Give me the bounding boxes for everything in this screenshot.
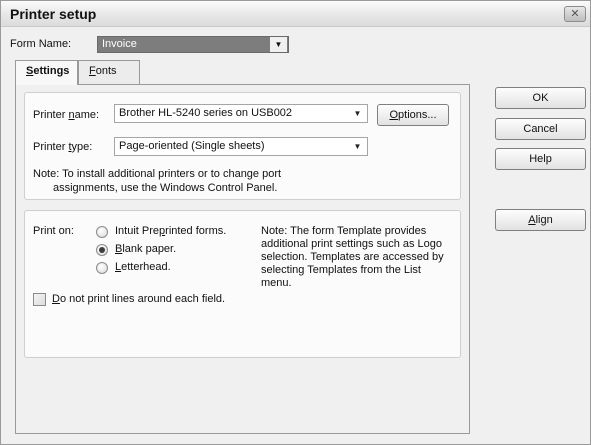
radio-blank-paper-label[interactable]: Blank paper.	[115, 243, 176, 255]
printer-note-line2: assignments, use the Windows Control Pan…	[53, 182, 278, 194]
form-name-value: Invoice	[102, 38, 137, 50]
template-note-line3: selection. Templates are accessed by	[261, 251, 444, 263]
tab-fonts-label: Fonts	[89, 65, 117, 77]
title-bar: Printer setup ✕	[1, 1, 590, 27]
radio-letterhead[interactable]	[96, 262, 108, 274]
form-name-dropdown[interactable]: Invoice ▼	[97, 36, 289, 53]
printer-name-dropdown[interactable]: Brother HL-5240 series on USB002 ▼	[114, 104, 368, 123]
align-button[interactable]: Align	[495, 209, 586, 231]
close-icon: ✕	[570, 7, 580, 20]
printer-group: Printer name: Brother HL-5240 series on …	[24, 92, 461, 200]
radio-preprinted-forms-label[interactable]: Intuit Preprinted forms.	[115, 225, 226, 237]
close-button[interactable]: ✕	[564, 6, 586, 22]
tab-settings[interactable]: Settings	[15, 60, 78, 85]
form-name-label: Form Name:	[10, 38, 72, 50]
chevron-down-icon: ▼	[353, 142, 362, 151]
window-title: Printer setup	[10, 6, 97, 22]
printer-note-line1: Note: To install additional printers or …	[33, 168, 282, 180]
printer-type-label: Printer type:	[33, 141, 93, 153]
tab-settings-label-mnemonic: Settings	[26, 65, 70, 77]
tab-fonts[interactable]: Fonts	[78, 60, 140, 84]
settings-tab-panel: Printer name: Brother HL-5240 series on …	[15, 84, 470, 434]
template-note-line1: Note: The form Template provides	[261, 225, 427, 237]
ok-button[interactable]: OK	[495, 87, 586, 109]
do-not-print-lines-label[interactable]: Do not print lines around each field.	[52, 293, 225, 305]
help-button[interactable]: Help	[495, 148, 586, 170]
radio-preprinted-forms[interactable]	[96, 226, 108, 238]
print-on-label: Print on:	[33, 225, 74, 237]
printer-type-dropdown[interactable]: Page-oriented (Single sheets) ▼	[114, 137, 368, 156]
printer-type-value: Page-oriented (Single sheets)	[119, 140, 265, 152]
options-button[interactable]: Options...	[377, 104, 449, 126]
template-note-line4: selecting Templates from the List	[261, 264, 421, 276]
cancel-button[interactable]: Cancel	[495, 118, 586, 140]
radio-letterhead-label[interactable]: Letterhead.	[115, 261, 171, 273]
printer-setup-dialog: Printer setup ✕ Form Name: Invoice ▼ Set…	[0, 0, 591, 445]
print-on-group: Print on: Intuit Preprinted forms. Blank…	[24, 210, 461, 358]
printer-name-label: Printer name:	[33, 109, 100, 121]
do-not-print-lines-checkbox[interactable]	[33, 293, 46, 306]
chevron-down-icon: ▼	[270, 37, 287, 52]
chevron-down-icon: ▼	[353, 109, 362, 118]
radio-blank-paper[interactable]	[96, 244, 108, 256]
template-note-line2: additional print settings such as Logo	[261, 238, 443, 250]
template-note-line5: menu.	[261, 277, 292, 289]
printer-name-value: Brother HL-5240 series on USB002	[119, 107, 293, 119]
